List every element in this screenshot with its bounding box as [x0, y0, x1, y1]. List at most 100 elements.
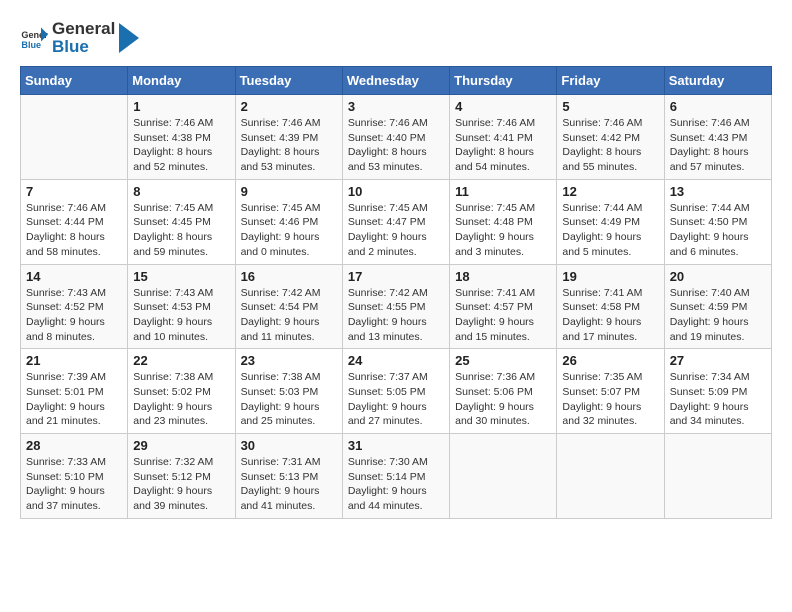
day-number: 2 [241, 99, 337, 114]
day-number: 22 [133, 353, 229, 368]
day-cell: 7 Sunrise: 7:46 AMSunset: 4:44 PMDaylight… [21, 179, 128, 264]
day-info: Sunrise: 7:43 AMSunset: 4:53 PMDaylight:… [133, 286, 229, 345]
day-info: Sunrise: 7:32 AMSunset: 5:12 PMDaylight:… [133, 455, 229, 514]
day-info: Sunrise: 7:30 AMSunset: 5:14 PMDaylight:… [348, 455, 444, 514]
day-number: 25 [455, 353, 551, 368]
calendar-table: SundayMondayTuesdayWednesdayThursdayFrid… [20, 66, 772, 519]
day-cell: 27 Sunrise: 7:34 AMSunset: 5:09 PMDayligh… [664, 349, 771, 434]
day-number: 27 [670, 353, 766, 368]
day-info: Sunrise: 7:46 AMSunset: 4:41 PMDaylight:… [455, 116, 551, 175]
day-info: Sunrise: 7:44 AMSunset: 4:49 PMDaylight:… [562, 201, 658, 260]
day-cell: 19 Sunrise: 7:41 AMSunset: 4:58 PMDayligh… [557, 264, 664, 349]
day-number: 31 [348, 438, 444, 453]
day-cell: 12 Sunrise: 7:44 AMSunset: 4:49 PMDayligh… [557, 179, 664, 264]
day-cell: 10 Sunrise: 7:45 AMSunset: 4:47 PMDayligh… [342, 179, 449, 264]
day-cell: 14Sunrise: 7:43 AMSunset: 4:52 PMDayligh… [21, 264, 128, 349]
day-info: Sunrise: 7:46 AMSunset: 4:42 PMDaylight:… [562, 116, 658, 175]
day-cell: 28 Sunrise: 7:33 AMSunset: 5:10 PMDayligh… [21, 434, 128, 519]
day-info: Sunrise: 7:45 AMSunset: 4:47 PMDaylight:… [348, 201, 444, 260]
day-cell: 31 Sunrise: 7:30 AMSunset: 5:14 PMDayligh… [342, 434, 449, 519]
day-info: Sunrise: 7:46 AMSunset: 4:43 PMDaylight:… [670, 116, 766, 175]
day-number: 16 [241, 269, 337, 284]
day-number: 24 [348, 353, 444, 368]
day-info: Sunrise: 7:42 AMSunset: 4:55 PMDaylight:… [348, 286, 444, 345]
day-number: 21 [26, 353, 122, 368]
day-number: 1 [133, 99, 229, 114]
col-header-sunday: Sunday [21, 67, 128, 95]
day-number: 28 [26, 438, 122, 453]
day-info: Sunrise: 7:34 AMSunset: 5:09 PMDaylight:… [670, 370, 766, 429]
day-cell: 20 Sunrise: 7:40 AMSunset: 4:59 PMDayligh… [664, 264, 771, 349]
day-number: 19 [562, 269, 658, 284]
day-number: 12 [562, 184, 658, 199]
day-cell: 29Sunrise: 7:32 AMSunset: 5:12 PMDayligh… [128, 434, 235, 519]
day-cell: 4 Sunrise: 7:46 AMSunset: 4:41 PMDaylight… [450, 95, 557, 180]
day-number: 9 [241, 184, 337, 199]
day-info: Sunrise: 7:38 AMSunset: 5:03 PMDaylight:… [241, 370, 337, 429]
day-number: 18 [455, 269, 551, 284]
day-info: Sunrise: 7:45 AMSunset: 4:45 PMDaylight:… [133, 201, 229, 260]
day-cell: 5 Sunrise: 7:46 AMSunset: 4:42 PMDaylight… [557, 95, 664, 180]
day-cell [664, 434, 771, 519]
day-info: Sunrise: 7:40 AMSunset: 4:59 PMDaylight:… [670, 286, 766, 345]
day-cell: 21 Sunrise: 7:39 AMSunset: 5:01 PMDayligh… [21, 349, 128, 434]
day-cell: 16 Sunrise: 7:42 AMSunset: 4:54 PMDayligh… [235, 264, 342, 349]
day-number: 14 [26, 269, 122, 284]
day-info: Sunrise: 7:37 AMSunset: 5:05 PMDaylight:… [348, 370, 444, 429]
day-cell: 23 Sunrise: 7:38 AMSunset: 5:03 PMDayligh… [235, 349, 342, 434]
day-info: Sunrise: 7:44 AMSunset: 4:50 PMDaylight:… [670, 201, 766, 260]
header: General Blue General Blue [20, 20, 772, 56]
week-row-3: 14Sunrise: 7:43 AMSunset: 4:52 PMDayligh… [21, 264, 772, 349]
day-number: 15 [133, 269, 229, 284]
week-row-5: 28 Sunrise: 7:33 AMSunset: 5:10 PMDayligh… [21, 434, 772, 519]
day-number: 5 [562, 99, 658, 114]
day-cell: 1 Sunrise: 7:46 AMSunset: 4:38 PMDaylight… [128, 95, 235, 180]
day-number: 20 [670, 269, 766, 284]
day-cell: 17Sunrise: 7:42 AMSunset: 4:55 PMDayligh… [342, 264, 449, 349]
day-info: Sunrise: 7:46 AMSunset: 4:40 PMDaylight:… [348, 116, 444, 175]
day-info: Sunrise: 7:46 AMSunset: 4:38 PMDaylight:… [133, 116, 229, 175]
col-header-tuesday: Tuesday [235, 67, 342, 95]
col-header-friday: Friday [557, 67, 664, 95]
logo-general: General [52, 19, 115, 38]
day-cell [450, 434, 557, 519]
day-cell: 25 Sunrise: 7:36 AMSunset: 5:06 PMDayligh… [450, 349, 557, 434]
day-info: Sunrise: 7:41 AMSunset: 4:58 PMDaylight:… [562, 286, 658, 345]
day-info: Sunrise: 7:33 AMSunset: 5:10 PMDaylight:… [26, 455, 122, 514]
day-info: Sunrise: 7:36 AMSunset: 5:06 PMDaylight:… [455, 370, 551, 429]
day-number: 23 [241, 353, 337, 368]
col-header-thursday: Thursday [450, 67, 557, 95]
day-cell: 6 Sunrise: 7:46 AMSunset: 4:43 PMDaylight… [664, 95, 771, 180]
col-header-saturday: Saturday [664, 67, 771, 95]
day-cell [557, 434, 664, 519]
day-cell: 2Sunrise: 7:46 AMSunset: 4:39 PMDaylight… [235, 95, 342, 180]
day-info: Sunrise: 7:39 AMSunset: 5:01 PMDaylight:… [26, 370, 122, 429]
day-cell: 30 Sunrise: 7:31 AMSunset: 5:13 PMDayligh… [235, 434, 342, 519]
svg-text:Blue: Blue [21, 40, 41, 50]
week-row-1: 1 Sunrise: 7:46 AMSunset: 4:38 PMDaylight… [21, 95, 772, 180]
day-number: 10 [348, 184, 444, 199]
day-number: 30 [241, 438, 337, 453]
day-cell: 13 Sunrise: 7:44 AMSunset: 4:50 PMDayligh… [664, 179, 771, 264]
day-info: Sunrise: 7:41 AMSunset: 4:57 PMDaylight:… [455, 286, 551, 345]
day-cell: 3 Sunrise: 7:46 AMSunset: 4:40 PMDaylight… [342, 95, 449, 180]
week-row-2: 7 Sunrise: 7:46 AMSunset: 4:44 PMDaylight… [21, 179, 772, 264]
day-number: 7 [26, 184, 122, 199]
day-cell: 15 Sunrise: 7:43 AMSunset: 4:53 PMDayligh… [128, 264, 235, 349]
day-number: 6 [670, 99, 766, 114]
day-cell: 18 Sunrise: 7:41 AMSunset: 4:57 PMDayligh… [450, 264, 557, 349]
day-info: Sunrise: 7:31 AMSunset: 5:13 PMDaylight:… [241, 455, 337, 514]
day-cell: 9 Sunrise: 7:45 AMSunset: 4:46 PMDaylight… [235, 179, 342, 264]
day-cell: 11Sunrise: 7:45 AMSunset: 4:48 PMDayligh… [450, 179, 557, 264]
logo-icon: General Blue [20, 24, 48, 52]
day-info: Sunrise: 7:46 AMSunset: 4:44 PMDaylight:… [26, 201, 122, 260]
day-number: 3 [348, 99, 444, 114]
day-cell: 24 Sunrise: 7:37 AMSunset: 5:05 PMDayligh… [342, 349, 449, 434]
week-row-4: 21 Sunrise: 7:39 AMSunset: 5:01 PMDayligh… [21, 349, 772, 434]
day-info: Sunrise: 7:42 AMSunset: 4:54 PMDaylight:… [241, 286, 337, 345]
day-info: Sunrise: 7:45 AMSunset: 4:46 PMDaylight:… [241, 201, 337, 260]
col-header-wednesday: Wednesday [342, 67, 449, 95]
day-number: 4 [455, 99, 551, 114]
day-info: Sunrise: 7:35 AMSunset: 5:07 PMDaylight:… [562, 370, 658, 429]
day-number: 13 [670, 184, 766, 199]
